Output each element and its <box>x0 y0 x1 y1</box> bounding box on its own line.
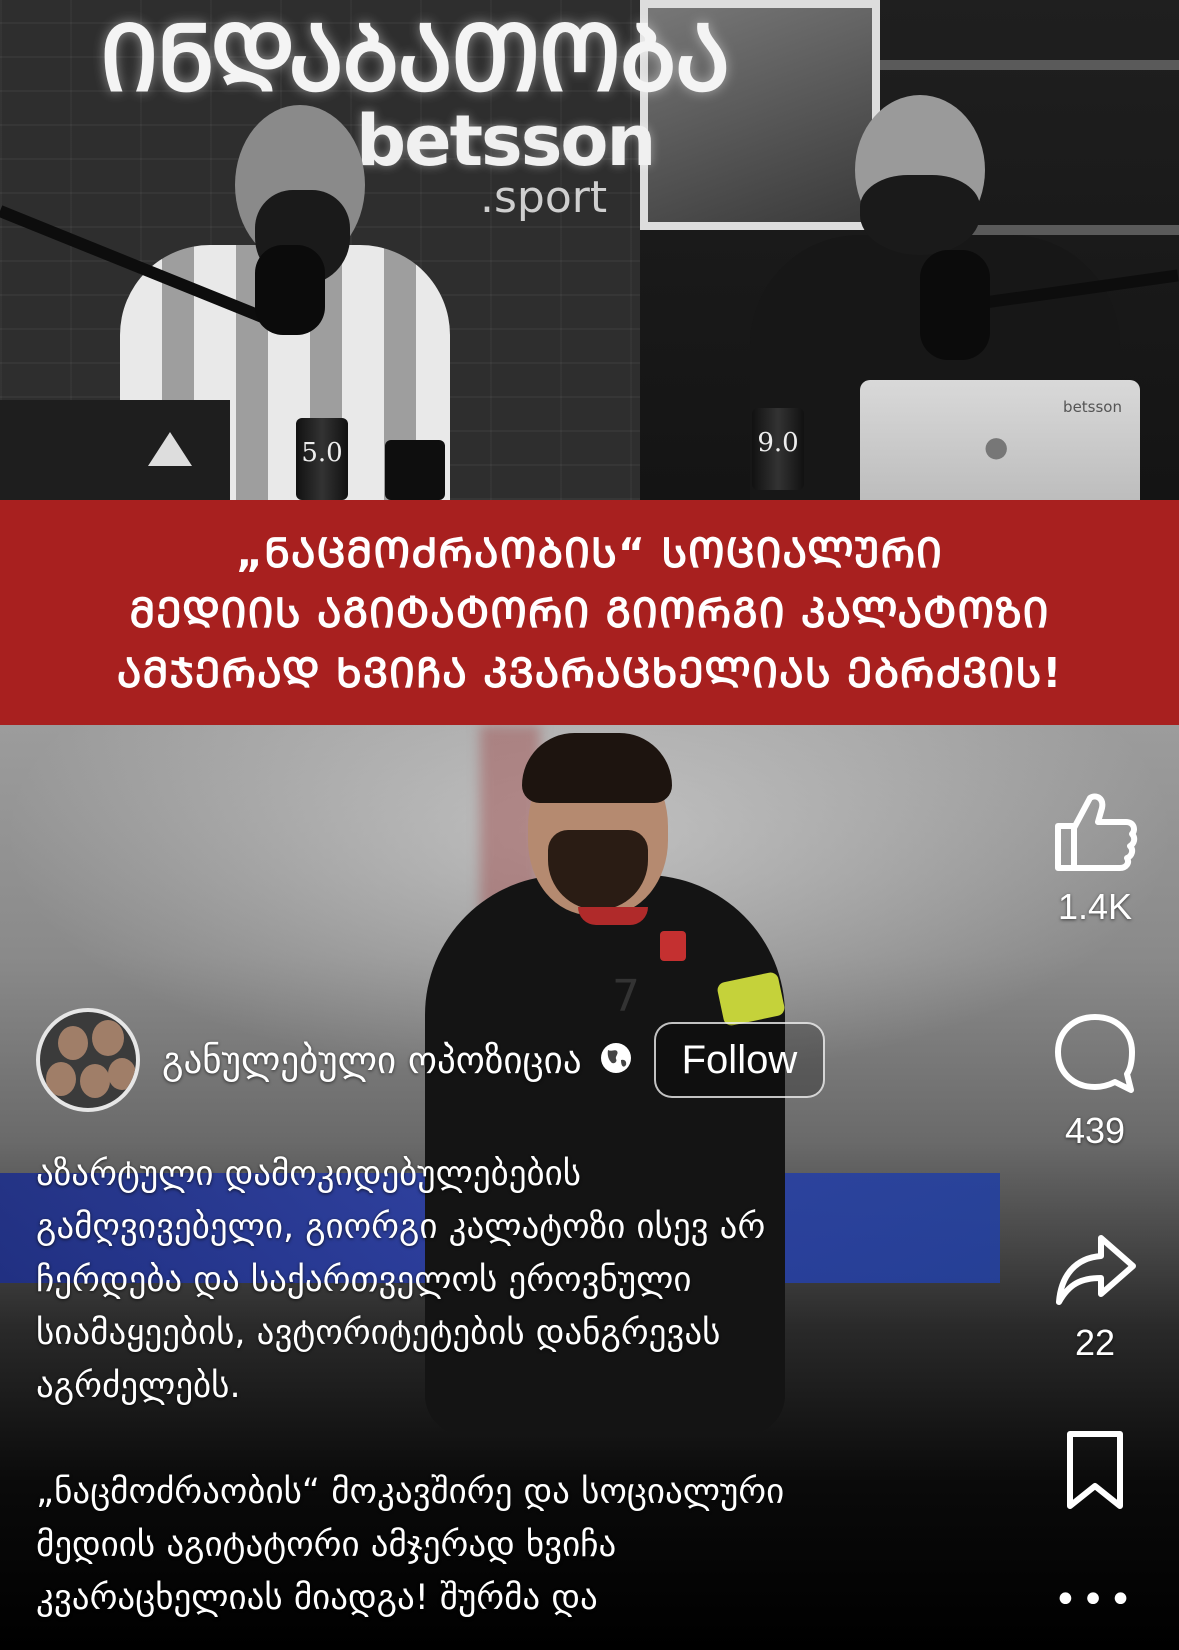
neon-brand-sub: .sport <box>480 172 608 223</box>
comment-button[interactable]: 439 <box>1030 1012 1160 1152</box>
headline-line: ᲐᲛᲯᲔᲠᲐᲓ ᲮᲕᲘᲩᲐ ᲙᲕᲐᲠᲐᲪᲮᲔᲚᲘᲐᲡ ᲔᲑᲠᲫᲕᲘᲡ! <box>116 648 1063 697</box>
caption-line: „ნაცმოძრაობის“ მოკავშირე და სოციალური <box>36 1472 785 1512</box>
microphone <box>255 245 325 335</box>
avatar-face <box>46 1062 76 1096</box>
comment-count: 439 <box>1064 1110 1126 1151</box>
like-button[interactable]: 1.4K <box>1030 790 1160 928</box>
caption-line: სიამაყეების, ავტორიტეტების დანგრევას <box>36 1313 721 1353</box>
microphone <box>920 250 990 360</box>
laptop-logo <box>148 432 192 466</box>
follow-button[interactable]: Follow <box>653 1022 826 1098</box>
avatar-face <box>92 1020 124 1056</box>
headline-banner: „ᲜᲐᲪᲛᲝᲫᲠᲐᲝᲑᲘᲡ“ ᲡᲝᲪᲘᲐᲚᲣᲠᲘ ᲛᲔᲓᲘᲘᲡ ᲐᲒᲘᲢᲐᲢᲝᲠ… <box>0 500 1179 725</box>
like-count: 1.4K <box>1057 886 1133 927</box>
caption-line: აზარტული დამოკიდებულებების <box>36 1154 582 1194</box>
caption-line: მედიის აგიტატორი ამჯერად ხვიჩა <box>36 1525 617 1565</box>
laptop: betsson ● <box>860 380 1140 500</box>
author-name[interactable]: განულებული ოპოზიცია <box>162 1039 582 1082</box>
globe-icon <box>598 1040 634 1080</box>
team-crest-icon <box>660 931 686 961</box>
caption-line: ჩერდება და საქართველოს ეროვნული <box>36 1260 692 1300</box>
neon-brand-logo: betsson <box>356 100 656 182</box>
left-laptop <box>0 400 230 500</box>
more-icon: ••• <box>1053 1577 1137 1623</box>
caption-line: აგრძელებს. <box>36 1366 241 1406</box>
caption-line: გამღვივებელი, გიორგი კალატოზი ისევ არ <box>36 1207 766 1247</box>
drink-can: 9.0 <box>752 408 804 490</box>
mug <box>385 440 445 500</box>
post-caption[interactable]: აზარტული დამოკიდებულებების გამღვივებელი,… <box>36 1148 1006 1625</box>
caption-line: კვარაცხელიას მიადგა! შურმა და <box>36 1578 598 1618</box>
share-button[interactable]: 22 <box>1030 1232 1160 1364</box>
comment-icon <box>1055 1014 1135 1093</box>
more-options-button[interactable]: ••• <box>1030 1578 1160 1622</box>
apple-logo-icon: ● <box>984 430 1009 463</box>
laptop-label: betsson <box>1063 398 1122 416</box>
shirt-collar <box>578 907 648 925</box>
bookmark-icon <box>1067 1431 1123 1509</box>
avatar-face <box>80 1064 110 1098</box>
host-right-beard <box>860 175 980 255</box>
player-hair <box>522 733 672 803</box>
headline-line: ᲛᲔᲓᲘᲘᲡ ᲐᲒᲘᲢᲐᲢᲝᲠᲘ ᲒᲘᲝᲠᲒᲘ ᲙᲐᲚᲐᲢᲝᲖᲘ <box>129 588 1050 637</box>
share-icon <box>1056 1235 1136 1305</box>
avatar-face <box>58 1026 88 1060</box>
share-count: 22 <box>1074 1322 1116 1363</box>
save-button[interactable] <box>1030 1430 1160 1510</box>
headline-line: „ᲜᲐᲪᲛᲝᲫᲠᲐᲝᲑᲘᲡ“ ᲡᲝᲪᲘᲐᲚᲣᲠᲘ <box>236 528 943 577</box>
shelf <box>880 60 1179 70</box>
post-image-top: ᲘᲜᲓᲐᲑᲐᲗᲝᲑᲐ betsson .sport 5.0 9.0 betsso… <box>0 0 1179 500</box>
avatar[interactable] <box>36 1008 140 1112</box>
avatar-face <box>108 1058 136 1090</box>
thumbs-up-icon <box>1055 793 1138 871</box>
author-row: განულებული ოპოზიცია Follow <box>36 1008 826 1112</box>
drink-can: 5.0 <box>296 418 348 500</box>
